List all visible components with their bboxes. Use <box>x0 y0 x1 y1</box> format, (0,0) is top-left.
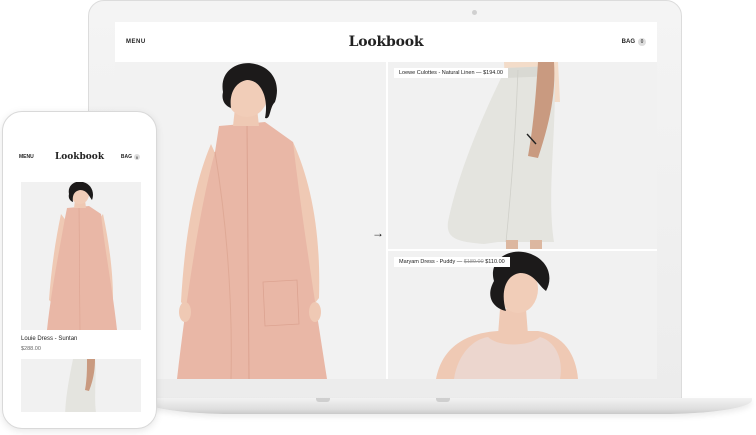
laptop-base-notch <box>436 398 450 402</box>
bag-button[interactable]: BAG 0 <box>622 38 646 46</box>
site-header: MENU Lookbook BAG 0 <box>115 22 657 62</box>
culottes-model-photo <box>388 62 657 249</box>
mobile-product-image-next[interactable] <box>21 359 141 412</box>
site-logo[interactable]: Lookbook <box>349 34 424 50</box>
maryam-name: Maryam Dress - Puddy — <box>399 259 464 265</box>
mobile-model-photo <box>21 182 141 330</box>
menu-button[interactable]: MENU <box>126 39 146 45</box>
mobile-bag-label: BAG <box>120 154 132 160</box>
mobile-product-image[interactable] <box>21 182 141 330</box>
mobile-menu-button[interactable]: MENU <box>19 154 34 160</box>
maryam-old-price: $189.00 <box>463 259 484 265</box>
mobile-product-price: $288.00 <box>21 346 41 352</box>
next-arrow-icon[interactable]: → <box>372 226 384 240</box>
laptop-base-notch <box>316 398 330 402</box>
mobile-bag-button[interactable]: BAG 0 <box>121 154 140 160</box>
mobile-logo[interactable]: Lookbook <box>55 152 104 162</box>
product-caption-maryam: Maryam Dress - Puddy — $189.00 $110.00 <box>394 257 510 267</box>
laptop-base <box>142 398 752 414</box>
product-tile-maryam-dress[interactable]: Maryam Dress - Puddy — $189.00 $110.00 <box>388 251 657 379</box>
product-tile-culottes[interactable]: Loewe Culottes - Natural Linen — $194.00 <box>388 62 657 249</box>
mobile-next-model-photo <box>21 359 141 412</box>
phone-frame: MENU Lookbook BAG 0 Louie Dress - Suntan… <box>2 111 157 429</box>
mobile-product-name[interactable]: Louie Dress - Suntan <box>21 336 77 342</box>
mobile-header: MENU Lookbook BAG 0 <box>11 142 148 172</box>
maryam-model-photo <box>388 251 657 379</box>
bag-count-badge: 0 <box>638 38 646 46</box>
camera-icon <box>472 10 477 15</box>
product-caption-culottes: Loewe Culottes - Natural Linen — $194.00 <box>394 68 508 78</box>
maryam-price: $110.00 <box>483 259 505 265</box>
mobile-site: MENU Lookbook BAG 0 Louie Dress - Suntan… <box>11 142 148 412</box>
bag-label: BAG <box>621 39 635 45</box>
mobile-bag-count-badge: 0 <box>134 154 140 160</box>
desktop-site: MENU Lookbook BAG 0 → Loewe Culottes - N… <box>115 22 657 379</box>
